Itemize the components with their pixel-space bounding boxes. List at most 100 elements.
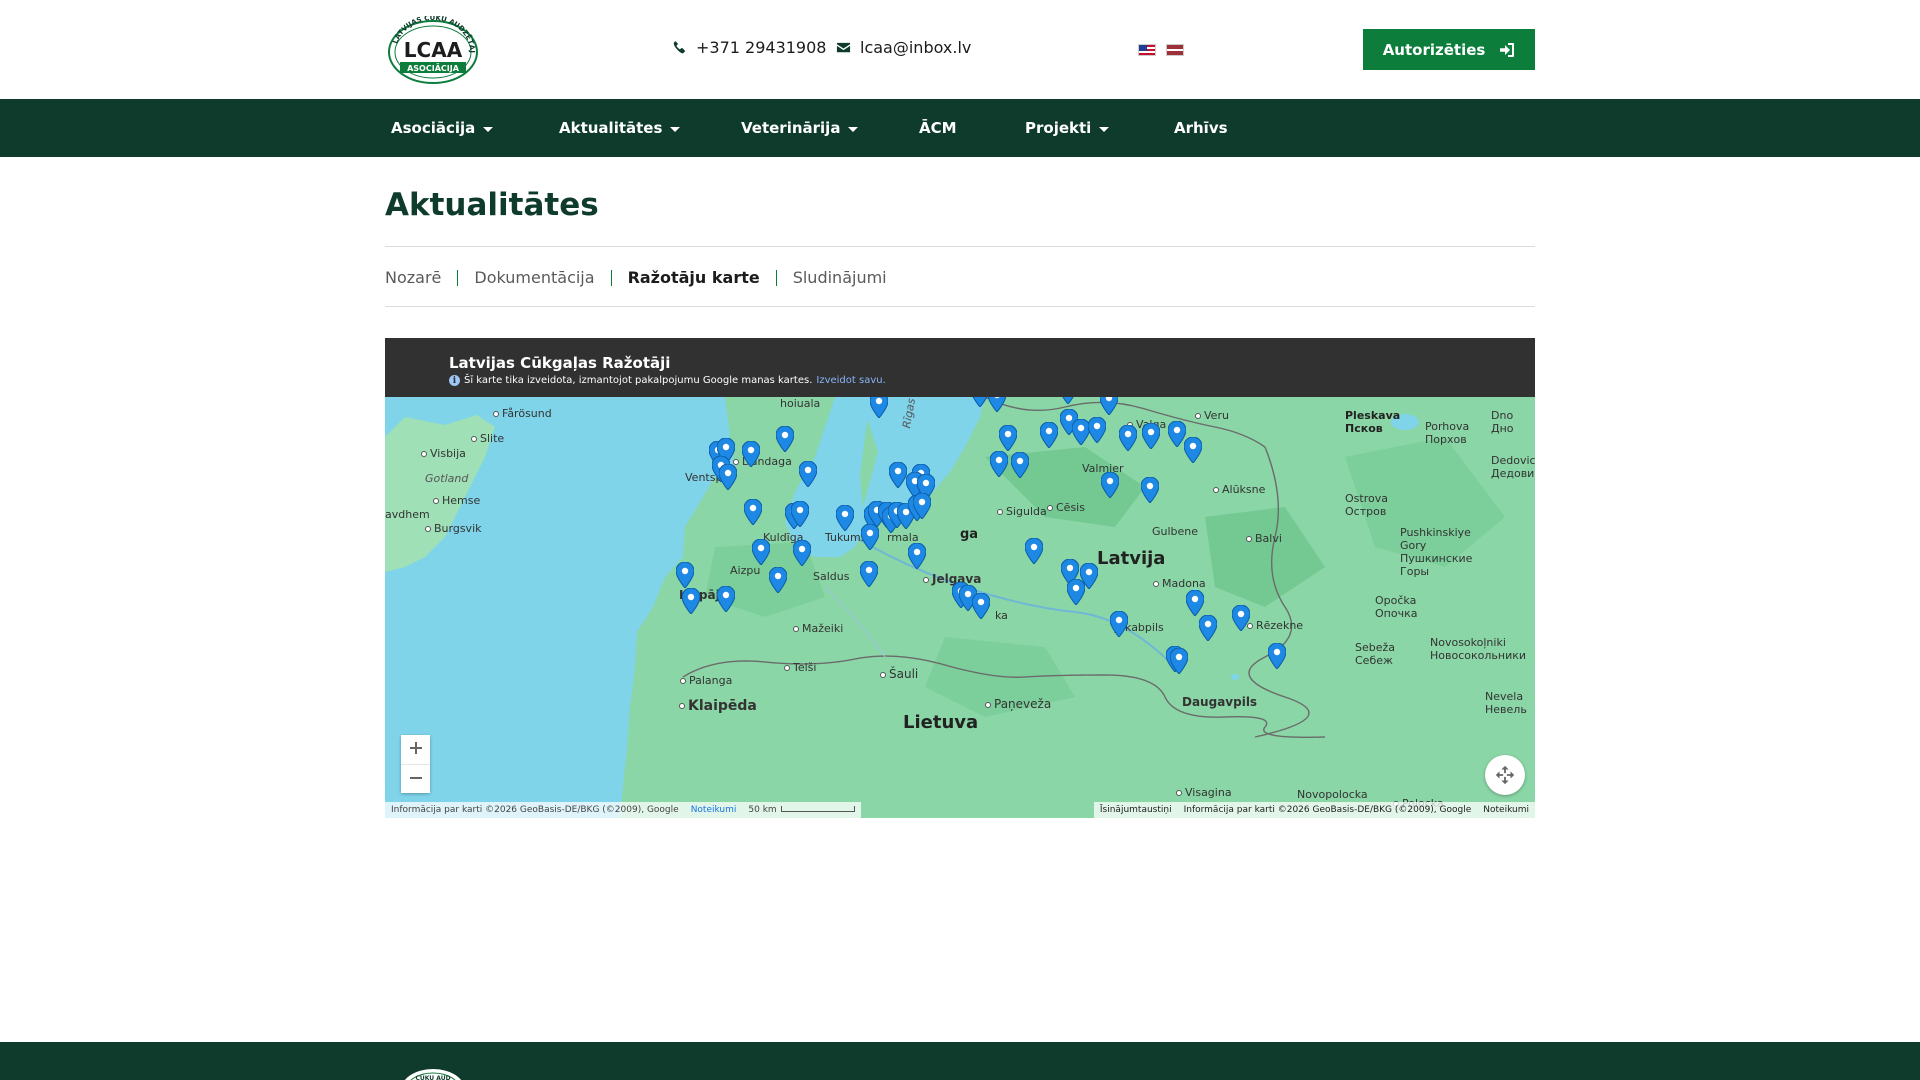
zoom-control [401, 735, 430, 793]
svg-text:ASOCIĀCIJA: ASOCIĀCIJA [407, 63, 460, 73]
map-title[interactable]: Latvijas Cūkgaļas Ražotāji [449, 354, 670, 372]
producer-marker-icon[interactable] [1142, 423, 1160, 449]
producer-marker-icon[interactable] [1011, 452, 1029, 478]
producer-marker-icon[interactable] [769, 567, 787, 593]
producer-marker-icon[interactable] [752, 539, 770, 565]
envelope-icon [836, 42, 851, 53]
producer-marker-icon[interactable] [682, 588, 700, 614]
producer-marker-icon[interactable] [1101, 472, 1119, 498]
producer-marker-icon[interactable] [1040, 422, 1058, 448]
producer-marker-icon[interactable] [861, 524, 879, 550]
producer-marker-icon[interactable] [1110, 611, 1128, 637]
producer-marker-icon[interactable] [1199, 615, 1217, 641]
producer-marker-icon[interactable] [1141, 477, 1159, 503]
map-label: Porhova [1425, 420, 1470, 433]
nav-item-acm[interactable]: ĀCM [919, 99, 957, 157]
map-label: Paņeveža [985, 697, 1051, 711]
map-canvas[interactable]: hoiuala Fårösund Slite Visbija Gotland H… [385, 369, 1535, 818]
producer-marker-icon[interactable] [1170, 648, 1188, 674]
map-label: Псков [1345, 422, 1383, 435]
producer-marker-icon[interactable] [889, 462, 907, 488]
map-label: Порхов [1425, 433, 1467, 446]
terms-link[interactable]: Noteikumi [1483, 805, 1529, 815]
producers-map[interactable]: Latvijas Cūkgaļas Ražotāji i Šī karte ti… [385, 338, 1535, 818]
footer: CŪKU AUD [0, 1042, 1920, 1080]
nav-item-asociacija[interactable]: Asociācija [391, 99, 494, 157]
producer-marker-icon[interactable] [793, 540, 811, 566]
map-header: Latvijas Cūkgaļas Ražotāji i Šī karte ti… [385, 338, 1535, 397]
caret-down-icon [670, 126, 681, 132]
map-label: Gory [1400, 539, 1427, 552]
footer-logo[interactable]: CŪKU AUD [398, 1068, 468, 1080]
phone-number: +371 29431908 [696, 38, 827, 57]
keyboard-shortcuts-link[interactable]: Īsinājumtaustiņi [1100, 805, 1172, 815]
producer-marker-icon[interactable] [1088, 417, 1106, 443]
phone-icon [673, 41, 685, 54]
producer-marker-icon[interactable] [1025, 538, 1043, 564]
map-info-text: Šī karte tika izveidota, izmantojot paka… [464, 375, 813, 386]
map-attribution-left: Informācija par karti ©2026 GeoBasis-DE/… [385, 802, 861, 818]
producer-marker-icon[interactable] [719, 464, 737, 490]
map-label: Lietuva [903, 712, 979, 733]
create-map-link[interactable]: Izveidot savu. [816, 375, 885, 386]
tab-nozare[interactable]: Nozarē [385, 268, 441, 287]
tab-dokumentacija[interactable]: Dokumentācija [474, 268, 594, 287]
map-label: Opočka [1375, 594, 1417, 607]
email-contact[interactable]: lcaa@inbox.lv [836, 38, 971, 57]
nav-item-arhivs[interactable]: Arhīvs [1174, 99, 1228, 157]
nav-label: Aktualitātes [559, 119, 663, 137]
producer-marker-icon[interactable] [791, 501, 809, 527]
map-label: Ostrova [1345, 492, 1388, 505]
zoom-in-button[interactable] [401, 735, 430, 764]
tab-separator [457, 269, 459, 286]
producer-marker-icon[interactable] [908, 543, 926, 569]
zoom-out-button[interactable] [401, 764, 430, 793]
map-label: Pushkinskiye [1400, 526, 1471, 539]
producer-marker-icon[interactable] [676, 562, 694, 588]
nav-item-veterinarija[interactable]: Veterinārija [741, 99, 859, 157]
phone-contact[interactable]: +371 29431908 [672, 38, 826, 57]
tab-razotaju-karte[interactable]: Ražotāju karte [628, 268, 760, 287]
producer-marker-icon[interactable] [860, 561, 878, 587]
nav-item-projekti[interactable]: Projekti [1025, 99, 1110, 157]
map-label: avdhem [385, 508, 430, 521]
tab-separator [610, 269, 612, 286]
map-label: Veru [1195, 409, 1229, 422]
scale-indicator: 50 km [748, 805, 855, 815]
producer-marker-icon[interactable] [776, 426, 794, 452]
producer-marker-icon[interactable] [717, 586, 735, 612]
producer-marker-icon[interactable] [799, 461, 817, 487]
producer-marker-icon[interactable] [972, 593, 990, 619]
producer-marker-icon[interactable] [1268, 643, 1286, 669]
map-label: Gulbene [1152, 525, 1199, 538]
producer-marker-icon[interactable] [990, 451, 1008, 477]
terms-link[interactable]: Noteikumi [691, 805, 737, 815]
map-label: Balvi [1246, 532, 1282, 545]
producer-marker-icon[interactable] [742, 441, 760, 467]
main-navigation: Asociācija Aktualitātes Veterinārija ĀCM… [0, 99, 1920, 157]
map-attribution-right: Īsinājumtaustiņi Informācija par karti ©… [1093, 802, 1535, 818]
map-label: Palanga [680, 674, 732, 687]
producer-marker-icon[interactable] [836, 505, 854, 531]
map-label: ga [960, 527, 979, 542]
producer-marker-icon[interactable] [1067, 579, 1085, 605]
caret-down-icon [483, 126, 494, 132]
map-label: Sigulda [997, 505, 1047, 518]
login-button[interactable]: Autorizēties [1363, 29, 1535, 70]
map-label: Gotland [425, 472, 469, 485]
map-label: Latvija [1097, 548, 1166, 569]
producer-marker-icon[interactable] [1186, 590, 1204, 616]
tab-sludinajumi[interactable]: Sludinājumi [793, 268, 887, 287]
producer-marker-icon[interactable] [999, 425, 1017, 451]
producer-marker-icon[interactable] [1119, 425, 1137, 451]
producer-marker-icon[interactable] [913, 493, 931, 519]
fullscreen-button[interactable] [1485, 755, 1525, 795]
producer-marker-icon[interactable] [744, 499, 762, 525]
producer-marker-icon[interactable] [1232, 605, 1250, 631]
producer-marker-icon[interactable] [1184, 437, 1202, 463]
map-label: ka [995, 609, 1008, 622]
lcaa-logo[interactable]: LATVIJAS CŪKU AUDZĒTĀJU LCAA ASOCIĀCIJA [386, 16, 480, 84]
flag-en-icon[interactable] [1138, 44, 1156, 56]
nav-item-aktualitates[interactable]: Aktualitātes [559, 99, 681, 157]
flag-lv-icon[interactable] [1166, 44, 1184, 56]
